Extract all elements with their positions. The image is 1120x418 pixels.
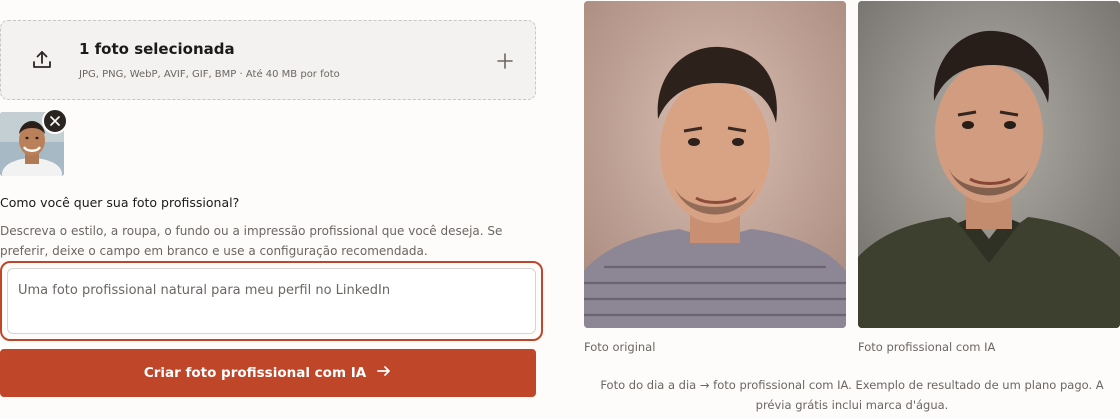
example-footnote: Foto do dia a dia → foto profissional co…: [600, 378, 1104, 412]
original-photo: [584, 1, 846, 328]
upload-title: 1 foto selecionada: [79, 40, 235, 58]
original-photo-caption: Foto original: [584, 340, 656, 354]
prompt-field-focus-ring: Uma foto profissional natural para meu p…: [0, 261, 543, 341]
remove-photo-button[interactable]: [42, 108, 68, 134]
ai-result-caption: Foto profissional com IA: [858, 340, 996, 354]
arrow-right-icon: [376, 363, 392, 383]
create-photo-button[interactable]: Criar foto profissional com IA: [0, 349, 536, 397]
prompt-textarea[interactable]: Uma foto profissional natural para meu p…: [7, 268, 536, 334]
create-photo-button-label: Criar foto profissional com IA: [143, 365, 367, 381]
ai-result-photo: [858, 1, 1120, 328]
prompt-question: Como você quer sua foto profissional?: [0, 195, 240, 210]
upload-icon: [30, 48, 54, 72]
upload-dropzone[interactable]: 1 foto selecionada JPG, PNG, WebP, AVIF,…: [0, 20, 536, 100]
close-icon: [50, 116, 60, 126]
prompt-description: Descreva o estilo, a roupa, o fundo ou a…: [0, 224, 503, 258]
upload-formats: JPG, PNG, WebP, AVIF, GIF, BMP · Até 40 …: [79, 69, 340, 80]
plus-icon[interactable]: [495, 51, 515, 71]
